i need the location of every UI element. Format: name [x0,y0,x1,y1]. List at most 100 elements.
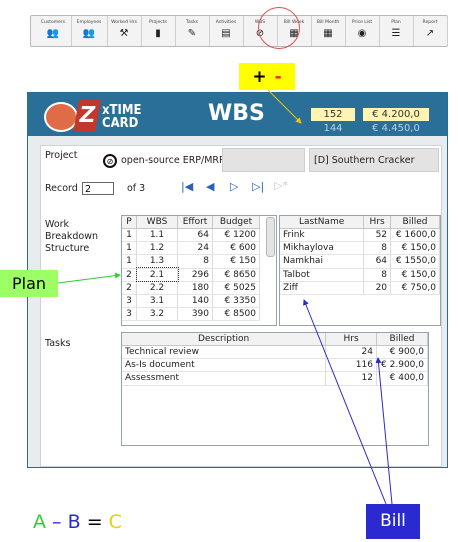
table-cell[interactable]: 140 [177,294,213,309]
table-cell[interactable]: € 5025 [212,281,260,295]
table-cell[interactable]: 1.2 [136,241,178,256]
column-header[interactable]: WBS [136,216,178,229]
table-cell[interactable]: 24 [177,241,213,256]
table-cell[interactable]: € 8500 [212,307,260,322]
table-row[interactable]: 3 3.1 140 € 3350 [122,294,260,309]
table-cell[interactable]: 12 [325,371,377,386]
table-row[interactable]: Mikhaylova 8 € 150,0 [280,241,440,256]
toolbar-report-button[interactable]: Report ↗ [413,16,448,46]
table-cell[interactable]: 2 [122,268,137,282]
table-row[interactable]: Technical review 24 € 900,0 [122,345,429,360]
toolbar-customers-button[interactable]: Customers 👥 [35,16,72,46]
column-header[interactable]: LastName [280,216,365,229]
table-cell[interactable]: Namkhai [280,254,365,269]
table-cell[interactable]: Technical review [122,345,327,360]
table-cell[interactable]: 180 [177,281,213,295]
table-cell[interactable]: 1.1 [136,228,178,243]
table-row[interactable]: Frink 52 € 1600,0 [280,228,440,243]
toolbar-activities-button[interactable]: Activities ▤ [209,16,244,46]
column-header[interactable]: Budget [212,216,260,229]
column-header[interactable]: Hrs [363,216,392,229]
toolbar-plan-button[interactable]: Plan ☰ [379,16,414,46]
new-record-icon[interactable]: ▷* [274,179,288,192]
table-row[interactable]: 2 2.2 180 € 5025 [122,281,260,295]
table-cell[interactable]: Mikhaylova [280,241,365,256]
table-cell[interactable]: € 750,0 [390,281,440,295]
toolbar-employees-button[interactable]: Employees 👥 [71,16,108,46]
table-row[interactable]: Assessment 12 € 400,0 [122,371,429,386]
table-cell[interactable]: € 3350 [212,294,260,309]
table-cell[interactable]: 1 [122,228,137,243]
table-cell[interactable]: 64 [177,228,213,243]
table-row[interactable]: Namkhai 64 € 1550,0 [280,254,440,269]
toolbar-worked-hrs-button[interactable]: Worked Hrs ⚒ [107,16,142,46]
table-row[interactable]: 2 2.1 296 € 8650 [122,267,260,283]
table-cell[interactable]: 2.1 [135,267,179,283]
table-cell[interactable]: € 150 [212,254,260,269]
table-cell[interactable]: As-Is document [122,358,327,373]
table-cell[interactable]: 3.1 [136,294,178,309]
table-cell[interactable]: 390 [177,307,213,322]
table-cell[interactable]: € 150,0 [390,268,440,282]
table-cell[interactable]: 2 [122,281,137,295]
table-cell[interactable]: 64 [363,254,392,269]
toolbar-price-list-button[interactable]: Price List ◉ [345,16,380,46]
table-cell[interactable]: 1 [122,254,137,269]
table-row[interactable]: Talbot 8 € 150,0 [280,268,440,282]
table-cell[interactable]: € 1550,0 [390,254,440,269]
compass-icon[interactable]: ⊘ [103,154,117,168]
table-cell[interactable]: € 1200 [212,228,260,243]
table-row[interactable]: 1 1.3 8 € 150 [122,254,260,269]
table-cell[interactable]: 8 [363,268,392,282]
column-header[interactable]: Hrs [325,333,377,346]
record-number-input[interactable]: 2 [82,182,114,195]
table-cell[interactable]: Frink [280,228,365,243]
table-cell[interactable]: € 600 [212,241,260,256]
table-row[interactable]: As-Is document 116 € 2.900,0 [122,358,429,373]
table-cell[interactable]: € 400,0 [376,371,429,386]
table-cell[interactable]: 8 [363,241,392,256]
table-cell[interactable]: € 1600,0 [390,228,440,243]
table-cell[interactable]: 8 [177,254,213,269]
column-header[interactable]: Effort [177,216,213,229]
table-cell[interactable]: 3 [122,294,137,309]
toolbar-bill-month-button[interactable]: Bill Month ▦ [311,16,346,46]
table-cell[interactable]: 52 [363,228,392,243]
table-cell[interactable]: 3.2 [136,307,178,322]
table-cell[interactable]: Ziff [280,281,365,295]
toolbar-tasks-button[interactable]: Tasks ✎ [175,16,210,46]
table-cell[interactable]: 3 [122,307,137,322]
project-name[interactable]: open-source ERP/MRP [121,155,225,166]
table-cell[interactable]: 116 [325,358,377,373]
first-record-icon[interactable]: |◀ [181,180,193,193]
previous-record-icon[interactable]: ◀ [206,180,214,193]
column-header[interactable]: Billed [376,333,429,346]
customer-field[interactable]: [D] Southern Cracker [309,148,439,172]
wbs-scrollbar[interactable] [266,217,275,257]
column-header[interactable]: Billed [390,216,440,229]
table-cell[interactable]: 2.2 [136,281,178,295]
table-cell[interactable]: 20 [363,281,392,295]
table-row[interactable]: 1 1.2 24 € 600 [122,241,260,256]
table-cell[interactable]: € 8650 [212,268,260,282]
column-header[interactable]: P [122,216,137,229]
column-header[interactable]: Description [122,333,327,346]
project-field-blank[interactable] [222,148,305,172]
table-cell[interactable]: € 900,0 [376,345,429,360]
next-record-icon[interactable]: ▷ [230,180,238,193]
table-row[interactable]: 3 3.2 390 € 8500 [122,307,260,322]
table-cell[interactable]: 296 [177,268,213,282]
table-row[interactable]: 1 1.1 64 € 1200 [122,228,260,243]
table-cell[interactable]: € 2.900,0 [376,358,429,373]
table-cell[interactable]: Assessment [122,371,327,386]
table-cell[interactable]: € 150,0 [390,241,440,256]
formula-b: B [67,511,81,533]
table-cell[interactable]: Talbot [280,268,365,282]
table-row[interactable]: Ziff 20 € 750,0 [280,281,440,295]
table-cell[interactable]: 1 [122,241,137,256]
table-cell[interactable]: 1.3 [136,254,178,269]
toolbar-projects-button[interactable]: Projects ▮ [141,16,176,46]
last-record-icon[interactable]: ▷| [252,180,264,193]
billed-amount-total: € 4.450,0 [363,122,429,135]
table-cell[interactable]: 24 [325,345,377,360]
